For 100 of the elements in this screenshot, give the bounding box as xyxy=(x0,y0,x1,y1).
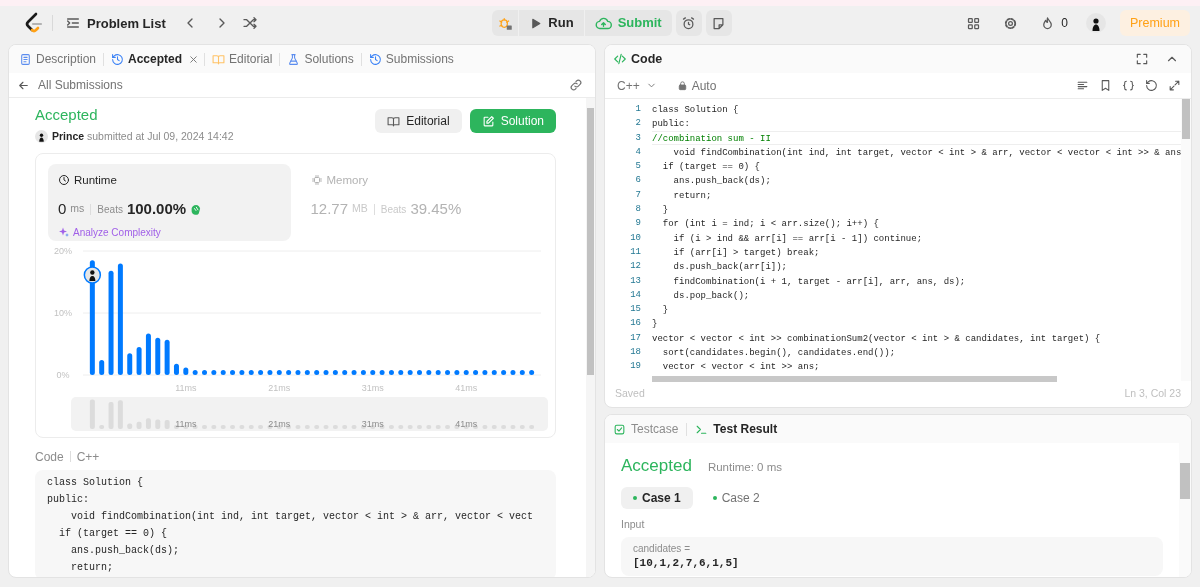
tab[interactable]: Test Result xyxy=(695,420,778,438)
code-line: class Solution { xyxy=(47,475,143,490)
avatar-icon xyxy=(35,130,48,144)
horizontal-scrollbar[interactable] xyxy=(652,375,1057,382)
stat-value: 12.77 xyxy=(310,199,349,219)
format-icon xyxy=(1076,79,1089,92)
line-number: 19 xyxy=(629,360,641,374)
language-label: C++ xyxy=(76,448,100,466)
code-line: ans.push_back(ds); xyxy=(70,543,180,558)
stat-card[interactable]: Runtime 0 ms Beats 100.00% Analyze Complexity xyxy=(48,163,291,241)
note-icon xyxy=(711,15,727,31)
save-status: Saved xyxy=(615,386,645,402)
scrollbar[interactable] xyxy=(586,98,595,577)
code-line: if (arr[i] > target) break; xyxy=(672,246,821,260)
solution-button[interactable]: Solution xyxy=(469,109,556,133)
braces-button[interactable] xyxy=(1120,79,1137,92)
line-number: 16 xyxy=(629,317,641,331)
code-line: } xyxy=(661,204,670,217)
line-number: 4 xyxy=(634,145,641,159)
notes-button[interactable] xyxy=(705,10,732,36)
checkbox-icon xyxy=(613,422,626,436)
analyze-complexity-link[interactable]: Analyze Complexity xyxy=(58,224,161,240)
list-icon xyxy=(65,15,81,31)
chip-icon xyxy=(310,174,323,187)
bookmark-icon xyxy=(1099,79,1112,92)
axis-label: 31ms xyxy=(361,382,384,393)
tab[interactable]: Description xyxy=(17,45,99,73)
panel-title: Code xyxy=(631,50,663,68)
timer-button[interactable] xyxy=(675,10,702,36)
line-number: 7 xyxy=(634,188,641,202)
reset-icon xyxy=(1145,79,1158,92)
axis-label: 41ms xyxy=(455,382,478,393)
code-line: public: xyxy=(47,492,89,507)
code-line: return; xyxy=(672,189,713,203)
line-number: 17 xyxy=(629,331,641,345)
run-button[interactable]: Run xyxy=(519,10,584,36)
line-number: 12 xyxy=(629,260,641,274)
tab[interactable]: Solutions xyxy=(285,45,356,73)
line-number: 8 xyxy=(634,203,641,217)
scrollbar[interactable] xyxy=(1179,443,1191,577)
link-icon xyxy=(569,78,583,92)
code-line: //combination sum - II xyxy=(652,130,1181,145)
code-line: if (target == 0) { xyxy=(661,161,762,174)
stat-unit: ms xyxy=(70,201,85,217)
line-number: 10 xyxy=(629,231,641,245)
line-number: 15 xyxy=(629,303,641,317)
reset-button[interactable] xyxy=(1143,79,1160,92)
tab[interactable]: Accepted xyxy=(109,45,185,73)
mode-toggle[interactable]: Auto xyxy=(676,76,717,95)
code-line: ds.push_back(arr[i]); xyxy=(672,261,789,274)
code-line: if (i > ind && arr[i] == arr[i - 1]) continue; xyxy=(672,232,924,245)
close-icon xyxy=(188,53,200,65)
case-tab[interactable]: Case 2 xyxy=(700,487,772,509)
axis-label: 10% xyxy=(54,307,72,318)
editorial-button[interactable]: Editorial xyxy=(375,109,462,133)
logo-icon[interactable] xyxy=(24,12,44,34)
line-number: 9 xyxy=(634,217,641,231)
alarm-clock-icon xyxy=(681,15,697,31)
line-number: 5 xyxy=(634,160,641,174)
stat-value: 0 xyxy=(58,199,67,219)
stat-title: Runtime xyxy=(74,172,117,188)
stat-title: Memory xyxy=(326,172,369,188)
code-line: void findCombination(int ind, int target, vector < int > & arr, vector < vect xyxy=(70,509,534,524)
settings-icon xyxy=(1003,15,1019,31)
case-tab[interactable]: Case 1 xyxy=(621,487,693,509)
lock-icon xyxy=(676,80,688,91)
axis-label: 31ms xyxy=(361,418,384,429)
problem-list-link[interactable]: Problem List xyxy=(61,13,170,33)
code-line: return; xyxy=(70,560,113,575)
axis-label: 11ms xyxy=(175,382,197,393)
submission-status: Accepted xyxy=(35,105,99,125)
line-number: 6 xyxy=(634,174,641,188)
tab[interactable]: Editorial xyxy=(210,45,275,73)
tab[interactable]: Testcase xyxy=(613,420,679,438)
fullscreen-icon xyxy=(1135,52,1149,66)
debug-button[interactable] xyxy=(492,10,519,36)
book-icon xyxy=(212,52,226,66)
code-line: vector < vector < int >> ans; xyxy=(661,361,821,374)
line-number: 3 xyxy=(634,131,641,145)
beats-value: 100.00% xyxy=(126,199,187,219)
clock-icon xyxy=(58,174,70,187)
axis-label: 21ms xyxy=(268,382,291,393)
code-line: } xyxy=(652,318,659,331)
line-number: 2 xyxy=(634,117,641,131)
axis-label: 21ms xyxy=(268,418,291,429)
line-number: 1 xyxy=(634,103,641,116)
code-line: } xyxy=(661,304,670,317)
result-status: Accepted xyxy=(621,455,692,477)
tab[interactable]: Submissions xyxy=(366,45,456,73)
code-line: ds.pop_back(); xyxy=(672,289,751,303)
code-line: findCombination(i + 1, target - arr[i], arr, ans, ds); xyxy=(672,275,967,288)
scrollbar[interactable] xyxy=(1181,99,1191,381)
back-link[interactable]: All Submissions xyxy=(17,76,123,94)
code-line: void findCombination(int ind, int target, vector < int > & arr, vector < vector < int >> & ans xyxy=(672,146,1181,160)
line-number: 14 xyxy=(629,288,641,302)
language-selector[interactable]: C++ xyxy=(613,77,661,94)
user-avatar[interactable] xyxy=(1086,13,1106,33)
streak-counter[interactable]: 0 xyxy=(1036,13,1072,33)
edit-icon xyxy=(481,114,495,128)
runtime-label: Runtime: 0 ms xyxy=(707,460,783,475)
